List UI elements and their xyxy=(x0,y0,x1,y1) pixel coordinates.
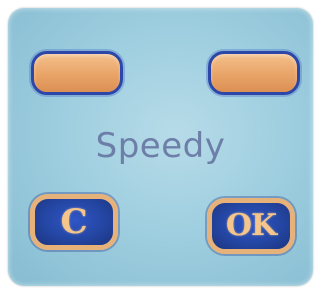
top-left-key[interactable] xyxy=(31,51,123,95)
keypad-panel: Speedy C OK xyxy=(8,8,313,286)
ok-key[interactable]: OK xyxy=(207,198,295,254)
clear-key[interactable]: C xyxy=(30,194,118,250)
ok-key-label: OK xyxy=(225,208,277,243)
clear-key-label: C xyxy=(60,202,88,242)
top-right-key[interactable] xyxy=(208,51,300,95)
brand-label: Speedy xyxy=(95,126,226,166)
